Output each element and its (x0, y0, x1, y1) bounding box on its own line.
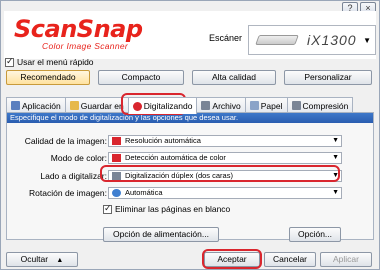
rotation-value: Automática (125, 188, 163, 197)
quick-menu-label: Usar el menú rápido (17, 57, 94, 67)
color-mode-select[interactable]: Detección automática de color ▼ (108, 152, 342, 164)
scansnap-settings-window: ? × ScanSnap Color Image Scanner Escáner… (0, 0, 380, 270)
cancel-button[interactable]: Cancelar (264, 252, 316, 267)
image-quality-icon (112, 137, 121, 145)
profile-custom-button[interactable]: Personalizar (284, 70, 372, 85)
file-icon (201, 101, 211, 110)
compression-icon (291, 101, 301, 110)
scanner-selector[interactable]: iX1300 ▼ (248, 25, 376, 55)
color-mode-value: Detección automática de color (125, 153, 226, 162)
tab-compression[interactable]: Compresión (286, 97, 354, 113)
hide-button[interactable]: Ocultar ▲ (6, 252, 78, 267)
chevron-down-icon: ▼ (363, 36, 371, 45)
settings-tabs: Aplicación Guardar en Digitalizando Arch… (6, 97, 354, 114)
eliminate-blank-label: Eliminar las páginas en blanco (115, 204, 231, 214)
quick-menu-checkbox[interactable] (5, 56, 14, 67)
tab-label: Archivo (212, 100, 241, 111)
profile-recommended-button[interactable]: Recomendado (6, 70, 90, 85)
scanner-icon (255, 35, 299, 45)
ok-button[interactable]: Aceptar (204, 252, 260, 267)
rotation-select[interactable]: Automática ▼ (108, 187, 342, 199)
duplex-icon (112, 172, 121, 180)
scanning-panel: Especifique el modo de digitalización y … (6, 112, 374, 242)
tab-label: Compresión (302, 100, 349, 111)
color-mode-label: Modo de color: (50, 153, 107, 163)
tab-save-to[interactable]: Guardar en (64, 97, 129, 113)
chevron-down-icon: ▼ (332, 189, 339, 196)
profile-compact-button[interactable]: Compacto (98, 70, 184, 85)
chevron-down-icon: ▼ (332, 154, 339, 161)
scanner-label: Escáner (209, 33, 243, 43)
scan-side-value: Digitalización dúplex (dos caras) (125, 171, 233, 180)
tab-file[interactable]: Archivo (196, 97, 246, 113)
profile-high-quality-button[interactable]: Alta calidad (192, 70, 276, 85)
eliminate-blank-checkbox[interactable] (103, 203, 112, 214)
rotation-label: Rotación de imagen: (29, 188, 107, 198)
tab-application[interactable]: Aplicación (6, 97, 66, 113)
apply-button[interactable]: Aplicar (320, 252, 372, 267)
tab-label: Aplicación (22, 100, 61, 111)
application-icon (11, 101, 20, 110)
image-quality-value: Resolución automática (125, 136, 201, 145)
scanning-icon (132, 101, 142, 111)
panel-banner: Especifique el modo de digitalización y … (7, 113, 373, 123)
scan-side-select[interactable]: Digitalización dúplex (dos caras) ▼ (108, 170, 342, 182)
dialog-footer: Ocultar ▲ Aceptar Cancelar Aplicar (1, 248, 380, 271)
chevron-down-icon: ▼ (332, 172, 339, 179)
color-mode-icon (112, 154, 121, 162)
logo-subtitle: Color Image Scanner (42, 41, 129, 51)
scanner-model: iX1300 (307, 32, 357, 48)
feed-option-button[interactable]: Opción de alimentación... (103, 227, 219, 242)
tab-label: Papel (260, 100, 283, 111)
folder-icon (69, 101, 79, 110)
image-quality-label: Calidad de la imagen: (24, 136, 107, 146)
paper-icon (249, 101, 259, 110)
scansnap-logo: ScanSnap (14, 15, 143, 43)
quick-menu-option[interactable]: Usar el menú rápido (5, 56, 94, 67)
tab-label: Digitalizando (143, 101, 193, 111)
tab-scanning[interactable]: Digitalizando (127, 97, 198, 114)
chevron-up-icon: ▲ (56, 257, 64, 264)
chevron-down-icon: ▼ (332, 137, 339, 144)
tab-paper[interactable]: Papel (244, 97, 288, 113)
option-button[interactable]: Opción... (289, 227, 341, 242)
tab-label: Guardar en (80, 100, 124, 111)
eliminate-blank-option[interactable]: Eliminar las páginas en blanco (103, 203, 231, 214)
hide-label: Ocultar (20, 254, 49, 264)
rotation-icon (112, 189, 121, 197)
image-quality-select[interactable]: Resolución automática ▼ (108, 135, 342, 147)
scan-side-label: Lado a digitalizar: (40, 171, 107, 181)
header-banner: ScanSnap Color Image Scanner Escáner iX1… (4, 11, 376, 59)
